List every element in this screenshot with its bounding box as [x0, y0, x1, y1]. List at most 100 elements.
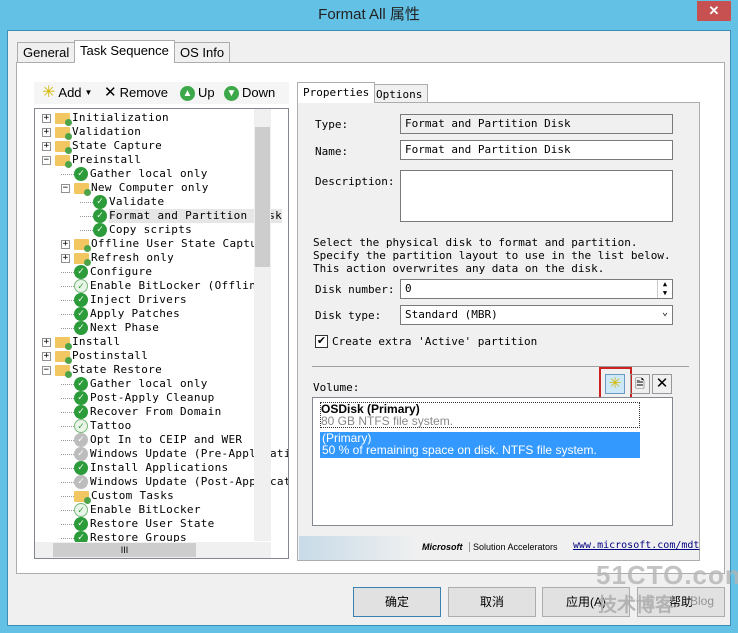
tree-item[interactable]: Custom Tasks [61, 489, 175, 504]
expand-toggle-icon[interactable]: + [42, 113, 51, 123]
tree-item[interactable]: + Install [42, 335, 121, 350]
description-input[interactable] [400, 170, 673, 222]
expand-toggle-icon[interactable]: + [42, 337, 51, 347]
tree-item[interactable]: + Offline User State Capture [61, 237, 271, 252]
tree-connector [61, 285, 74, 287]
folder-icon [55, 112, 72, 126]
chevron-down-icon: ⌄ [661, 307, 668, 318]
tree-item-label: Enable BitLocker [90, 503, 201, 516]
check-icon: ✓ [74, 517, 88, 531]
tree-item-label: Opt In to CEIP and WER [90, 433, 243, 446]
tree-connector [61, 537, 74, 539]
folder-icon [55, 350, 72, 364]
watermark-subtitle: 技术博客 [598, 595, 675, 616]
volume-item[interactable]: OSDisk (Primary) 80 GB NTFS file system. [320, 402, 640, 428]
up-button[interactable]: ▲ Up [180, 85, 215, 101]
tree-item[interactable]: ✓ Format and Partition Disk [80, 209, 283, 223]
check-icon: ✓ [74, 167, 88, 181]
down-button[interactable]: ▼ Down [224, 85, 275, 101]
ok-button[interactable]: 确定 [353, 587, 441, 617]
tree-item[interactable]: ✓ Copy scripts [80, 223, 192, 237]
type-label: Type: [315, 118, 349, 131]
expand-toggle-icon[interactable]: − [42, 155, 51, 165]
footer-banner: Microsoft Solution Accelerators www.micr… [299, 536, 699, 560]
tab-os-info[interactable]: OS Info [174, 42, 231, 63]
expand-toggle-icon[interactable]: − [61, 183, 70, 193]
tree-vertical-scrollbar[interactable] [254, 109, 271, 541]
tree-item-label: Install [72, 335, 121, 348]
tree-item[interactable]: + Initialization [42, 111, 169, 126]
name-input[interactable]: Format and Partition Disk [400, 140, 673, 160]
tree-item[interactable]: ✓ Recover From Domain [61, 405, 222, 419]
tree-item-label: State Restore [72, 363, 162, 376]
volume-list[interactable]: OSDisk (Primary) 80 GB NTFS file system.… [312, 397, 673, 526]
tree-item[interactable]: ✓ Post-Apply Cleanup [61, 391, 215, 405]
expand-toggle-icon[interactable]: + [61, 239, 70, 249]
active-partition-checkbox[interactable]: ✔ [315, 335, 328, 348]
tree-item[interactable]: ✓ Restore User State [61, 517, 215, 531]
tree-item[interactable]: ✓ Tattoo [61, 419, 132, 433]
tree-item-label: Configure [90, 265, 153, 278]
expand-toggle-icon[interactable]: + [61, 253, 70, 263]
window-title: Format All 属性 [318, 6, 420, 23]
tree-connector [61, 271, 74, 273]
tree-item[interactable]: + State Capture [42, 139, 162, 154]
check-icon: ✓ [74, 405, 88, 419]
close-button[interactable]: ✕ [697, 1, 731, 21]
mdt-link[interactable]: www.microsoft.com/mdt [573, 540, 699, 551]
properties-icon: 🗎 [635, 377, 645, 391]
tab-options[interactable]: Options [370, 84, 429, 103]
tree-item[interactable]: ✓ Gather local only [61, 377, 208, 391]
expand-toggle-icon[interactable]: + [42, 141, 51, 151]
tree-item[interactable]: − New Computer only [61, 181, 209, 196]
tree-connector [61, 411, 74, 413]
folder-icon [55, 126, 72, 140]
microsoft-logo: Microsoft [422, 542, 463, 552]
tree-item[interactable]: ✓ Enable BitLocker [61, 503, 201, 517]
task-sequence-tree[interactable]: + Initialization + Validation + State Capture… [34, 108, 289, 559]
tree-item[interactable]: + Postinstall [42, 349, 148, 364]
watermark-logo: 51CTO.com [596, 560, 738, 590]
tree-item[interactable]: ✓ Configure [61, 265, 152, 279]
tree-item-label: Custom Tasks [91, 489, 175, 502]
tree-item[interactable]: ✓ Gather local only [61, 167, 208, 181]
tree-item-label: Initialization [72, 111, 169, 124]
tree-item-label: Apply Patches [90, 307, 180, 320]
volume-item-selected[interactable]: (Primary) 50 % of remaining space on dis… [320, 432, 640, 458]
tree-item[interactable]: + Validation [42, 125, 141, 140]
tree-item[interactable]: ✓ Apply Patches [61, 307, 180, 321]
tree-item[interactable]: ✓ Validate [80, 195, 164, 209]
expand-toggle-icon[interactable]: − [42, 365, 51, 375]
partition-properties-button[interactable]: 🗎 [630, 374, 650, 394]
tree-item[interactable]: ✓ Next Phase [61, 321, 159, 335]
expand-toggle-icon[interactable]: + [42, 127, 51, 137]
toolbar: ✳ Add ▼ ✕ Remove ▲ Up ▼ Down [34, 82, 289, 104]
tree-item[interactable]: ✓ Opt In to CEIP and WER [61, 433, 242, 447]
add-button[interactable]: ✳ Add ▼ [42, 85, 92, 101]
tree-horizontal-scrollbar[interactable]: III [35, 542, 271, 558]
expand-toggle-icon[interactable]: + [42, 351, 51, 361]
tree-item[interactable]: − State Restore [42, 363, 162, 378]
check-icon: ✓ [74, 461, 88, 475]
tab-properties[interactable]: Properties [297, 82, 376, 103]
new-partition-button[interactable]: ✳ [605, 374, 625, 394]
tree-item-label: Install Applications [90, 461, 229, 474]
tab-general[interactable]: General [17, 42, 76, 63]
disk-number-input[interactable]: 0 ▲ ▼ [400, 279, 673, 299]
tree-item[interactable]: + Refresh only [61, 251, 174, 266]
add-icon: ✳ [42, 84, 56, 101]
spinner-icon[interactable]: ▲ ▼ [657, 280, 672, 298]
down-arrow-icon: ▼ [224, 85, 239, 101]
tree-item[interactable]: ✓ Install Applications [61, 461, 228, 475]
tree-item-label: Validate [109, 195, 165, 208]
tab-task-sequence[interactable]: Task Sequence [74, 40, 175, 63]
cancel-button[interactable]: 取消 [448, 587, 536, 617]
remove-button[interactable]: ✕ Remove [104, 85, 168, 101]
delete-partition-button[interactable]: ✕ [652, 374, 672, 394]
tree-item[interactable]: ✓ Enable BitLocker (Offline) [61, 279, 270, 293]
disk-type-select[interactable]: Standard (MBR) ⌄ [400, 305, 673, 325]
tree-item[interactable]: − Preinstall [42, 153, 141, 168]
check-icon: ✓ [74, 391, 88, 405]
tree-connector [61, 453, 74, 455]
tree-item[interactable]: ✓ Inject Drivers [61, 293, 187, 307]
